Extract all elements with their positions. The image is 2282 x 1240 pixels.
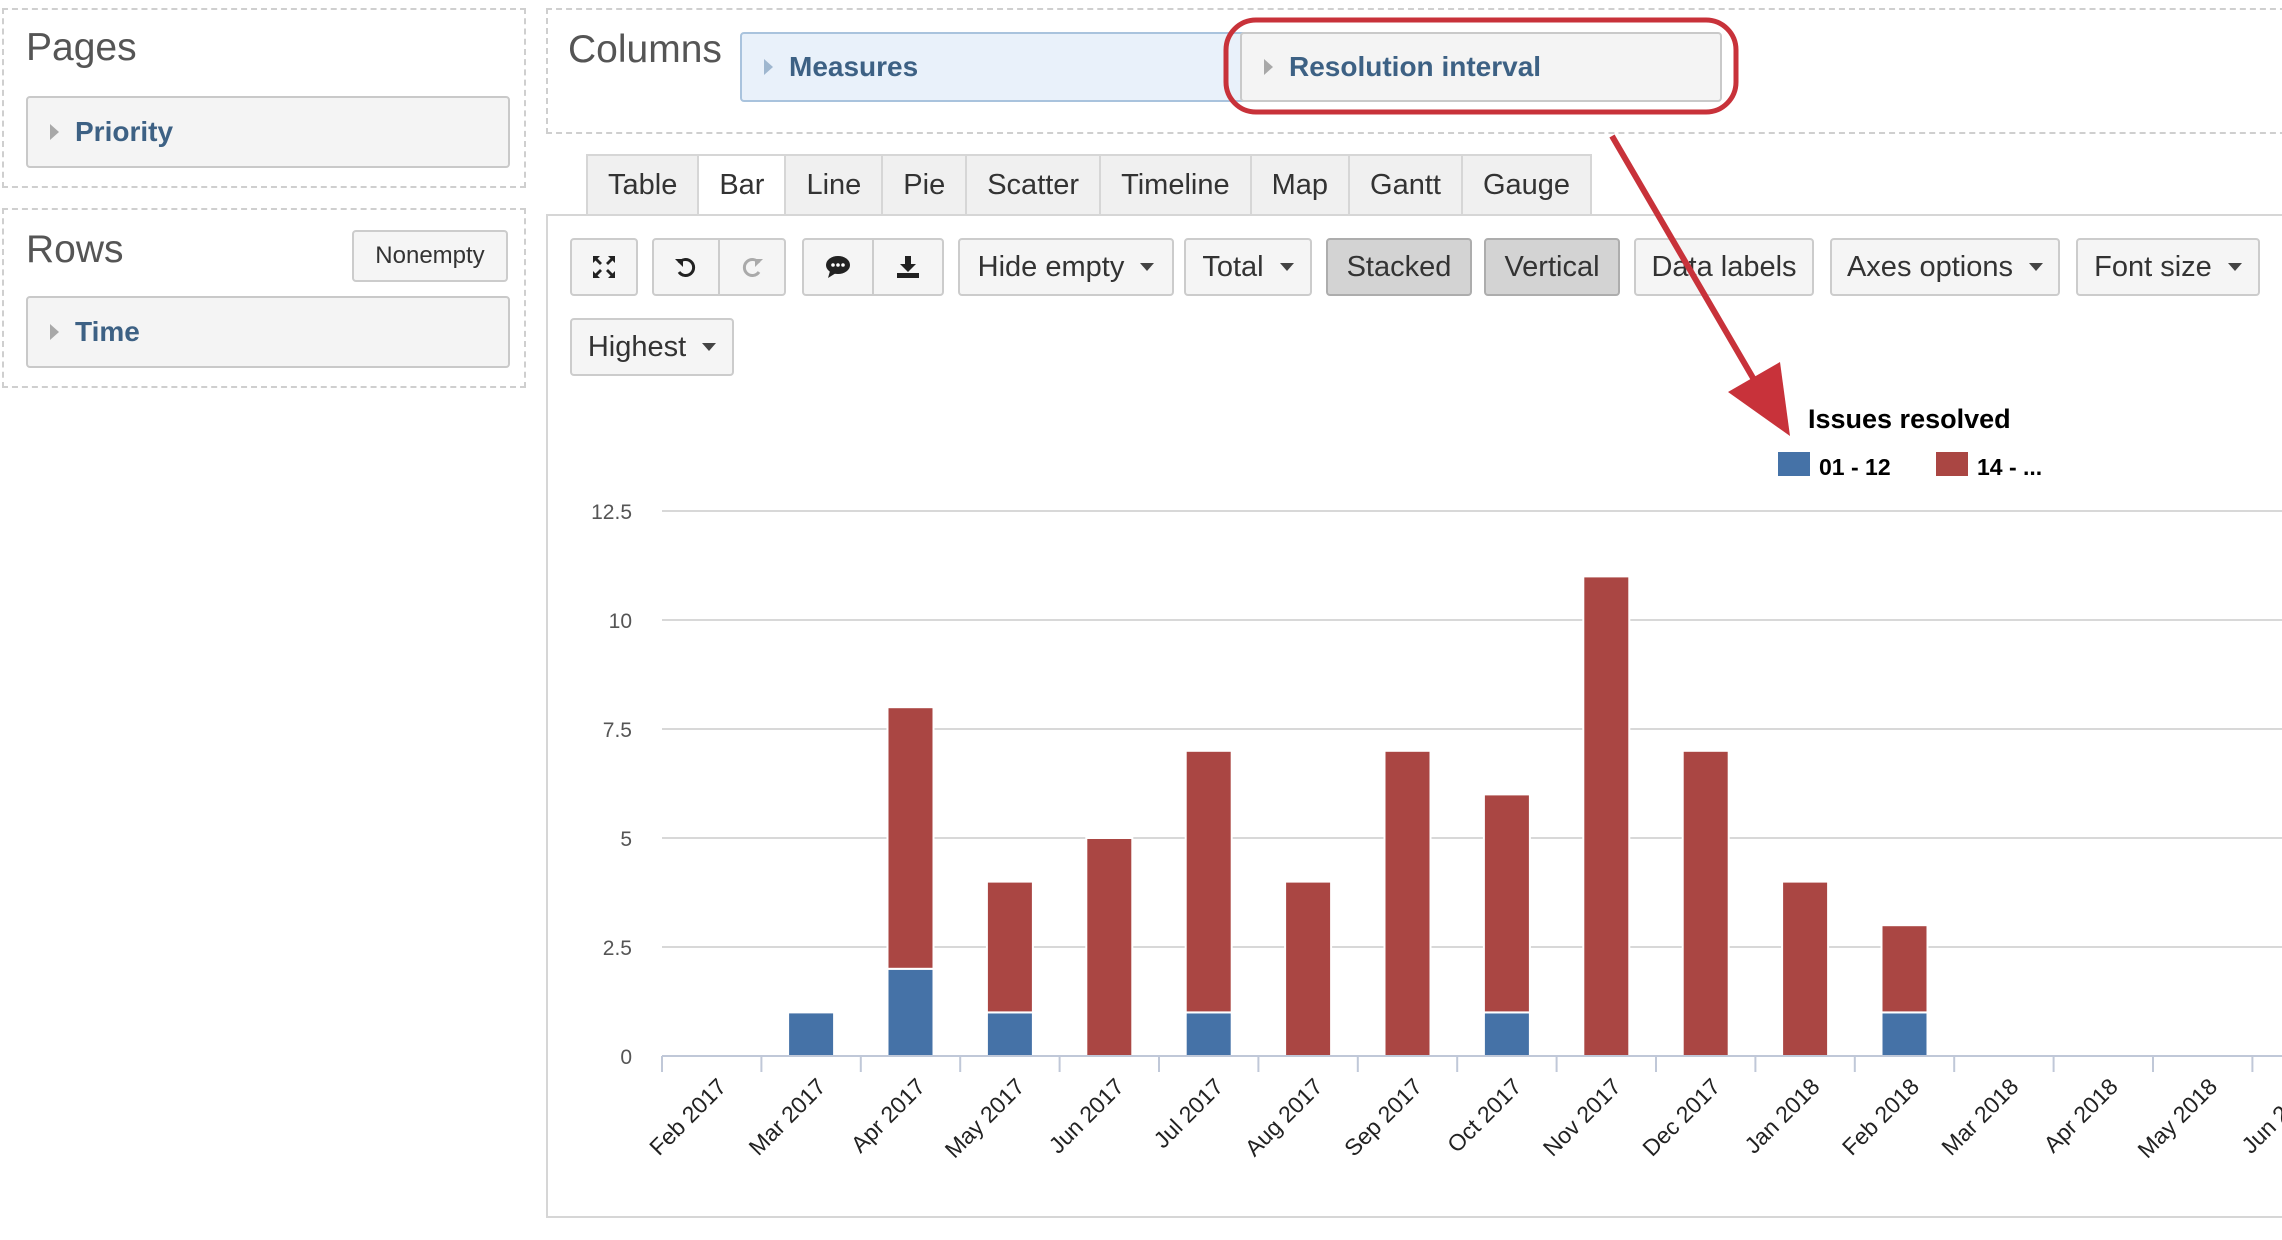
rows-title: Rows (26, 228, 124, 271)
font-size-dropdown[interactable]: Font size (2076, 238, 2260, 296)
comment-icon (826, 256, 850, 278)
columns-dimension-resolution-interval[interactable]: Resolution interval (1240, 32, 1722, 102)
vertical-toggle[interactable]: Vertical (1484, 238, 1620, 296)
rows-area: Rows Nonempty Time (2, 208, 526, 388)
download-button[interactable] (872, 238, 944, 296)
rows-dimension-time[interactable]: Time (26, 296, 510, 368)
tab-pie[interactable]: Pie (881, 154, 966, 216)
font-size-label: Font size (2094, 250, 2212, 283)
highest-label: Highest (587, 330, 687, 363)
chart-panel: Hide empty Total Stacked Vertical Data l… (546, 214, 2282, 1218)
total-dropdown[interactable]: Total (1184, 238, 1312, 296)
nonempty-label: Nonempty (375, 242, 485, 269)
columns-title: Columns (568, 28, 722, 71)
tab-gantt[interactable]: Gantt (1348, 154, 1461, 216)
hide-empty-label: Hide empty (977, 250, 1125, 283)
tab-bar[interactable]: Bar (697, 154, 785, 216)
axes-options-label: Axes options (1846, 250, 2014, 283)
tab-scatter[interactable]: Scatter (965, 154, 1100, 216)
rows-dimension-label: Time (75, 316, 140, 347)
columns-dimension-label: Resolution interval (1289, 51, 1542, 82)
tab-line[interactable]: Line (784, 154, 882, 216)
expand-caret-icon (50, 324, 59, 340)
pages-dimension-label: Priority (75, 116, 174, 147)
highest-dropdown[interactable]: Highest (570, 318, 734, 376)
undo-button[interactable] (652, 238, 720, 296)
dropdown-caret-icon (1279, 263, 1294, 271)
data-labels-label: Data labels (1651, 250, 1797, 283)
redo-icon (742, 258, 763, 277)
columns-area: Columns Measures Resolution interval (546, 8, 2282, 134)
tab-timeline[interactable]: Timeline (1099, 154, 1250, 216)
columns-dimension-label: Measures (789, 51, 919, 82)
dropdown-caret-icon (2029, 263, 2044, 271)
columns-dimension-measures[interactable]: Measures (740, 32, 1262, 102)
tab-table[interactable]: Table (586, 154, 698, 216)
pages-dimension-priority[interactable]: Priority (26, 96, 510, 168)
data-labels-toggle[interactable]: Data labels (1634, 238, 1814, 296)
tab-map[interactable]: Map (1249, 154, 1349, 216)
vertical-label: Vertical (1504, 250, 1600, 283)
tab-gauge[interactable]: Gauge (1460, 154, 1593, 216)
axes-options-dropdown[interactable]: Axes options (1830, 238, 2060, 296)
comment-button[interactable] (802, 238, 874, 296)
dropdown-caret-icon (1140, 263, 1155, 271)
fullscreen-button[interactable] (570, 238, 638, 296)
expand-caret-icon (50, 124, 59, 140)
hide-empty-dropdown[interactable]: Hide empty (958, 238, 1174, 296)
nonempty-button[interactable]: Nonempty (352, 230, 508, 282)
total-label: Total (1202, 250, 1264, 283)
expand-caret-icon (764, 59, 773, 75)
dropdown-caret-icon (2227, 263, 2242, 271)
stacked-label: Stacked (1346, 250, 1452, 283)
dropdown-caret-icon (702, 343, 717, 351)
pages-title: Pages (26, 26, 137, 69)
expand-icon (593, 256, 615, 278)
stacked-toggle[interactable]: Stacked (1326, 238, 1472, 296)
download-icon (897, 256, 919, 278)
expand-caret-icon (1264, 59, 1273, 75)
redo-button[interactable] (718, 238, 786, 296)
undo-icon (675, 258, 696, 277)
chart-type-tabs: Table Bar Line Pie Scatter Timeline Map … (586, 154, 1593, 216)
pages-area: Pages Priority (2, 8, 526, 188)
